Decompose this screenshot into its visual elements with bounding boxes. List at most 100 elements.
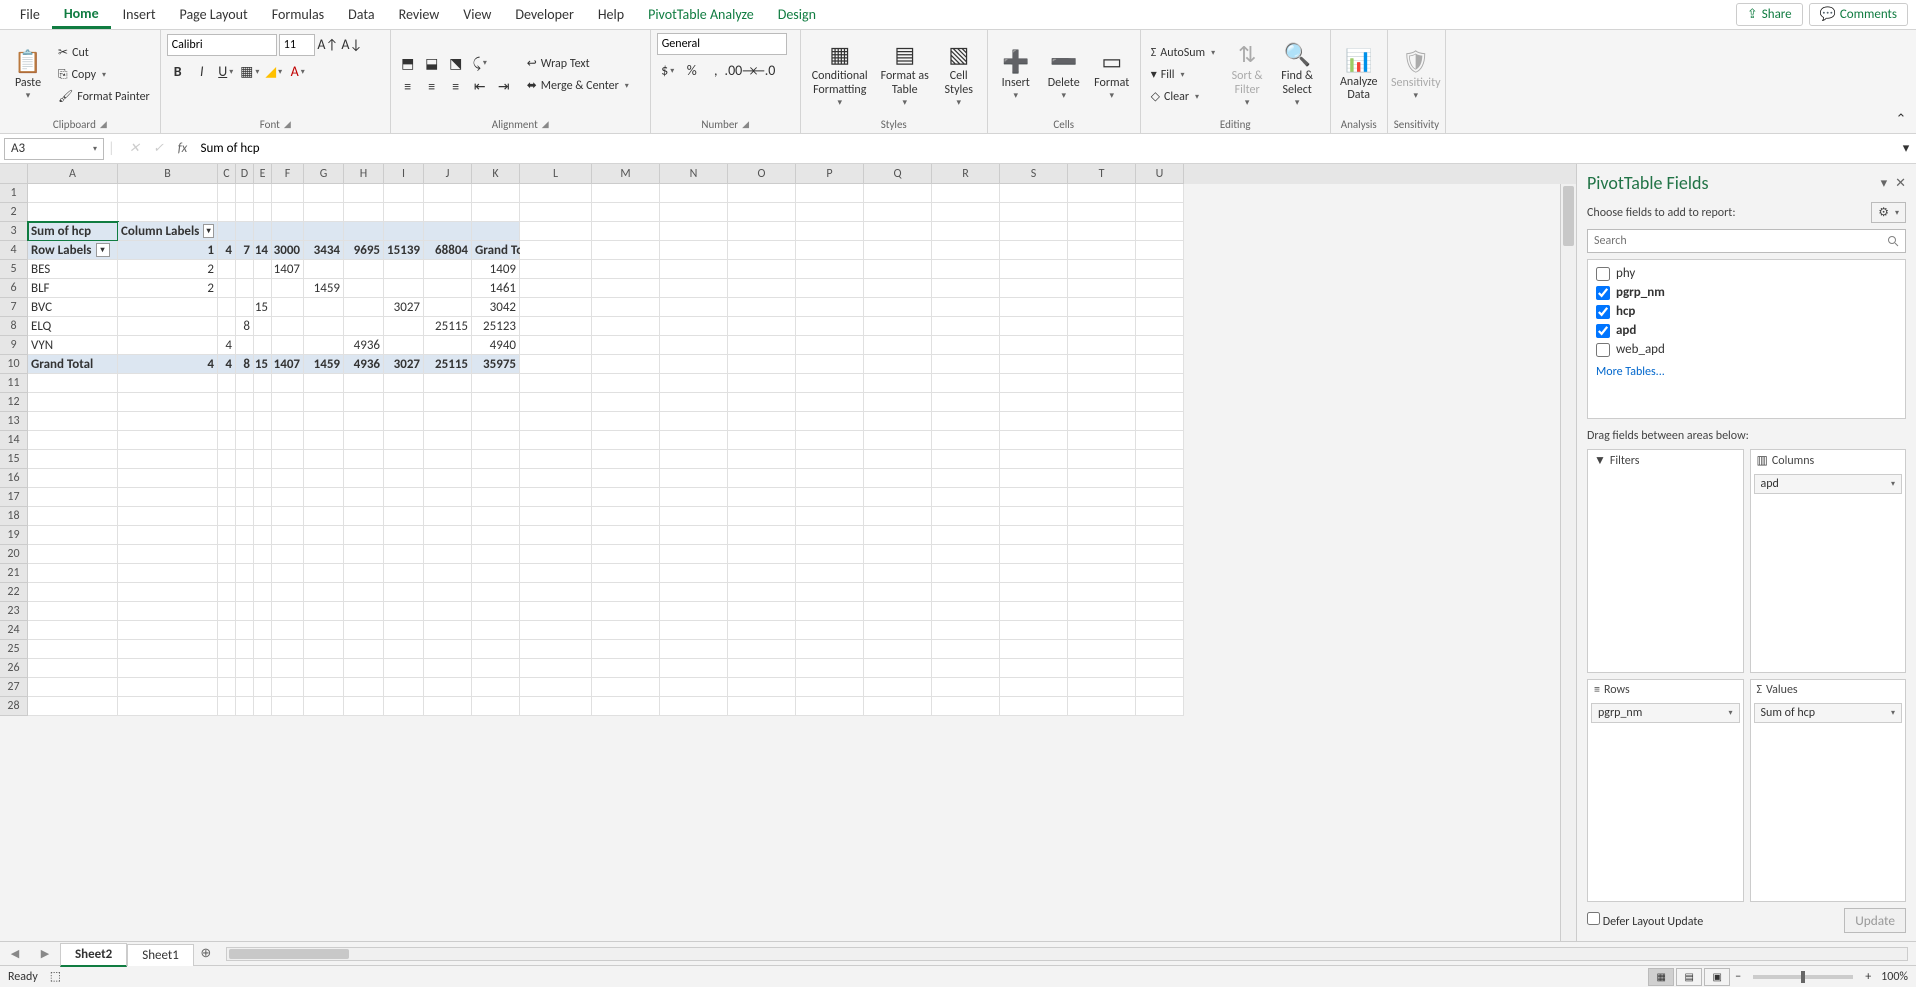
cell[interactable] xyxy=(728,317,796,336)
cell[interactable] xyxy=(796,526,864,545)
cell[interactable] xyxy=(304,583,344,602)
cell[interactable] xyxy=(272,184,304,203)
cell[interactable] xyxy=(1136,203,1184,222)
cell[interactable] xyxy=(254,659,272,678)
analyze-data-button[interactable]: 📊Analyze Data xyxy=(1337,40,1381,110)
align-center-icon[interactable]: ≡ xyxy=(421,75,443,97)
cell[interactable] xyxy=(424,298,472,317)
cell[interactable] xyxy=(218,279,236,298)
cell[interactable] xyxy=(592,355,660,374)
scrollbar-thumb[interactable] xyxy=(1563,186,1574,246)
row-header[interactable]: 16 xyxy=(0,469,28,488)
cell[interactable] xyxy=(254,640,272,659)
cell[interactable] xyxy=(932,450,1000,469)
cell[interactable] xyxy=(796,336,864,355)
column-header[interactable]: O xyxy=(728,164,796,184)
cell[interactable] xyxy=(592,279,660,298)
cell[interactable] xyxy=(796,184,864,203)
cell[interactable]: 3000 xyxy=(272,241,304,260)
column-header[interactable]: J xyxy=(424,164,472,184)
cell[interactable] xyxy=(254,317,272,336)
cell[interactable] xyxy=(118,431,218,450)
cell[interactable] xyxy=(796,222,864,241)
cell[interactable] xyxy=(344,697,384,716)
cell[interactable]: 1 xyxy=(118,241,218,260)
align-right-icon[interactable]: ≡ xyxy=(445,75,467,97)
cell[interactable] xyxy=(932,222,1000,241)
cell[interactable]: BLF xyxy=(28,279,118,298)
cell[interactable] xyxy=(1068,526,1136,545)
cell[interactable] xyxy=(1136,260,1184,279)
menu-file[interactable]: File xyxy=(8,2,52,27)
row-header[interactable]: 27 xyxy=(0,678,28,697)
cell[interactable] xyxy=(272,450,304,469)
autosum-button[interactable]: ΣAutoSum▾ xyxy=(1147,42,1219,64)
field-search-input[interactable] xyxy=(1587,229,1906,253)
cell[interactable] xyxy=(424,222,472,241)
cell[interactable] xyxy=(272,279,304,298)
cell[interactable] xyxy=(344,469,384,488)
cell[interactable] xyxy=(864,241,932,260)
cell[interactable] xyxy=(592,583,660,602)
cell[interactable] xyxy=(864,184,932,203)
cell[interactable] xyxy=(864,469,932,488)
cell[interactable] xyxy=(424,602,472,621)
cell[interactable] xyxy=(932,545,1000,564)
cut-button[interactable]: ✂Cut xyxy=(54,42,154,64)
cell[interactable] xyxy=(1000,583,1068,602)
cell[interactable] xyxy=(728,184,796,203)
cell[interactable] xyxy=(344,545,384,564)
cell[interactable] xyxy=(272,507,304,526)
dialog-launcher-icon[interactable]: ◢ xyxy=(542,119,549,130)
row-header[interactable]: 28 xyxy=(0,697,28,716)
cell[interactable] xyxy=(472,203,520,222)
cell[interactable] xyxy=(118,336,218,355)
cell[interactable]: 1407 xyxy=(272,355,304,374)
grid-body[interactable]: 123Sum of hcpColumn Labels▾4Row Labels▾1… xyxy=(0,184,1576,941)
cell[interactable] xyxy=(218,602,236,621)
page-break-view-button[interactable]: ▣ xyxy=(1704,968,1730,986)
column-header[interactable]: Q xyxy=(864,164,932,184)
cell[interactable] xyxy=(796,507,864,526)
cell[interactable] xyxy=(1000,336,1068,355)
cell[interactable] xyxy=(932,431,1000,450)
cell[interactable] xyxy=(304,184,344,203)
cell[interactable] xyxy=(254,203,272,222)
column-header[interactable]: R xyxy=(932,164,1000,184)
cell[interactable] xyxy=(1136,298,1184,317)
cell[interactable] xyxy=(254,545,272,564)
prev-sheet-icon[interactable]: ◀ xyxy=(11,947,19,960)
cell[interactable] xyxy=(472,488,520,507)
cell[interactable]: 4936 xyxy=(344,336,384,355)
cell[interactable] xyxy=(592,222,660,241)
cell[interactable] xyxy=(1000,602,1068,621)
cell[interactable] xyxy=(304,526,344,545)
cell[interactable] xyxy=(272,564,304,583)
cell[interactable] xyxy=(236,203,254,222)
cell[interactable] xyxy=(1068,659,1136,678)
cell[interactable] xyxy=(424,374,472,393)
cell[interactable] xyxy=(1068,184,1136,203)
cell[interactable] xyxy=(472,450,520,469)
increase-font-icon[interactable]: A↑ xyxy=(317,34,339,56)
cell[interactable] xyxy=(728,526,796,545)
cell[interactable] xyxy=(592,184,660,203)
cell[interactable] xyxy=(28,659,118,678)
cell[interactable] xyxy=(932,184,1000,203)
cell[interactable] xyxy=(236,640,254,659)
cell[interactable] xyxy=(384,678,424,697)
cell[interactable]: BVC xyxy=(28,298,118,317)
cell[interactable] xyxy=(28,431,118,450)
cell[interactable] xyxy=(864,450,932,469)
cell[interactable] xyxy=(28,678,118,697)
cell[interactable] xyxy=(118,697,218,716)
cell[interactable] xyxy=(384,374,424,393)
cell[interactable] xyxy=(272,621,304,640)
filters-area[interactable]: ▼Filters xyxy=(1587,449,1744,673)
cell[interactable] xyxy=(218,697,236,716)
menu-review[interactable]: Review xyxy=(387,2,452,27)
cell[interactable] xyxy=(520,336,592,355)
cell[interactable] xyxy=(1068,355,1136,374)
cell[interactable] xyxy=(304,621,344,640)
cell[interactable] xyxy=(236,298,254,317)
